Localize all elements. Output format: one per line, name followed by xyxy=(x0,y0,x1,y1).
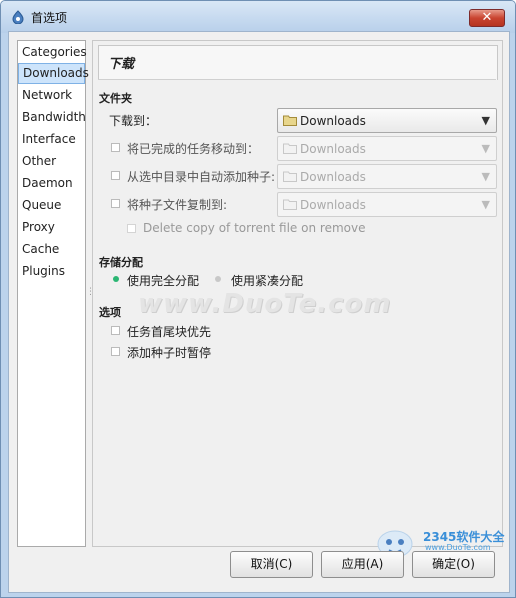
move-completed-checkbox[interactable] xyxy=(111,143,120,152)
watermark: www.DuoTe.com xyxy=(138,289,392,319)
header-divider xyxy=(98,79,496,80)
copy-torrent-label: 将种子文件复制到: xyxy=(127,198,228,212)
full-allocation-label: 使用完全分配 xyxy=(127,274,200,288)
download-to-label: 下载到： xyxy=(109,114,158,128)
cancel-button[interactable]: 取消(C) xyxy=(230,551,313,578)
options-section-title: 选项 xyxy=(99,306,121,319)
preferences-window: 首选项 ✕ Categories Downloads Network Bandw… xyxy=(0,0,516,598)
prioritize-checkbox[interactable] xyxy=(111,326,120,335)
category-cache[interactable]: Cache xyxy=(18,239,85,260)
page-title: 下载 xyxy=(108,57,135,72)
folders-section-title: 文件夹 xyxy=(99,92,132,105)
move-completed-select[interactable]: Downloads ▼ xyxy=(277,136,497,161)
folder-icon xyxy=(283,199,297,210)
download-to-value: Downloads xyxy=(300,114,366,128)
autoadd-label: 从选中目录中自动添加种子: xyxy=(127,170,276,184)
move-completed-value: Downloads xyxy=(300,142,366,156)
folder-icon xyxy=(283,143,297,154)
add-paused-label: 添加种子时暂停 xyxy=(127,346,212,360)
category-bandwidth[interactable]: Bandwidth xyxy=(18,107,86,128)
downloads-panel: 下载 www.DuoTe.com 文件夹 下载到： Downloads ▼ 将已… xyxy=(92,40,503,547)
apply-button[interactable]: 应用(A) xyxy=(321,551,404,578)
categories-header: Categories xyxy=(22,45,87,59)
compact-allocation-label: 使用紧凑分配 xyxy=(231,274,304,288)
dropdown-arrow-icon: ▼ xyxy=(481,114,490,127)
full-allocation-radio[interactable] xyxy=(113,276,119,282)
category-network[interactable]: Network xyxy=(18,85,85,106)
categories-list: Categories Downloads Network Bandwidth I… xyxy=(17,40,89,547)
category-interface[interactable]: Interface xyxy=(18,129,85,150)
folder-icon xyxy=(283,115,297,126)
download-to-select[interactable]: Downloads ▼ xyxy=(277,108,497,133)
category-downloads[interactable]: Downloads xyxy=(18,63,89,84)
autoadd-value: Downloads xyxy=(300,170,366,184)
autoadd-checkbox[interactable] xyxy=(111,171,120,180)
autoadd-select[interactable]: Downloads ▼ xyxy=(277,164,497,189)
dropdown-arrow-icon: ▼ xyxy=(481,142,490,155)
copy-torrent-value: Downloads xyxy=(300,198,366,212)
category-daemon[interactable]: Daemon xyxy=(18,173,85,194)
title-bar: 首选项 ✕ xyxy=(1,1,515,33)
delete-copy-checkbox[interactable] xyxy=(127,224,136,233)
allocation-section-title: 存储分配 xyxy=(99,256,143,269)
app-icon xyxy=(12,10,24,24)
copy-torrent-select[interactable]: Downloads ▼ xyxy=(277,192,497,217)
category-proxy[interactable]: Proxy xyxy=(18,217,85,238)
dropdown-arrow-icon: ▼ xyxy=(481,170,490,183)
category-plugins[interactable]: Plugins xyxy=(18,261,85,282)
close-icon: ✕ xyxy=(481,10,493,25)
delete-copy-label: Delete copy of torrent file on remove xyxy=(143,221,366,235)
dropdown-arrow-icon: ▼ xyxy=(481,198,490,211)
close-button[interactable]: ✕ xyxy=(469,9,505,27)
move-completed-label: 将已完成的任务移动到： xyxy=(127,142,260,156)
category-queue[interactable]: Queue xyxy=(18,195,85,216)
window-title: 首选项 xyxy=(31,11,68,25)
folder-icon xyxy=(283,171,297,182)
add-paused-checkbox[interactable] xyxy=(111,347,120,356)
dialog-body: Categories Downloads Network Bandwidth I… xyxy=(8,31,510,593)
page-header xyxy=(98,45,498,80)
prioritize-label: 任务首尾块优先 xyxy=(127,325,212,339)
ok-button[interactable]: 确定(O) xyxy=(412,551,495,578)
compact-allocation-radio[interactable] xyxy=(215,276,221,282)
category-other[interactable]: Other xyxy=(18,151,85,172)
copy-torrent-checkbox[interactable] xyxy=(111,199,120,208)
